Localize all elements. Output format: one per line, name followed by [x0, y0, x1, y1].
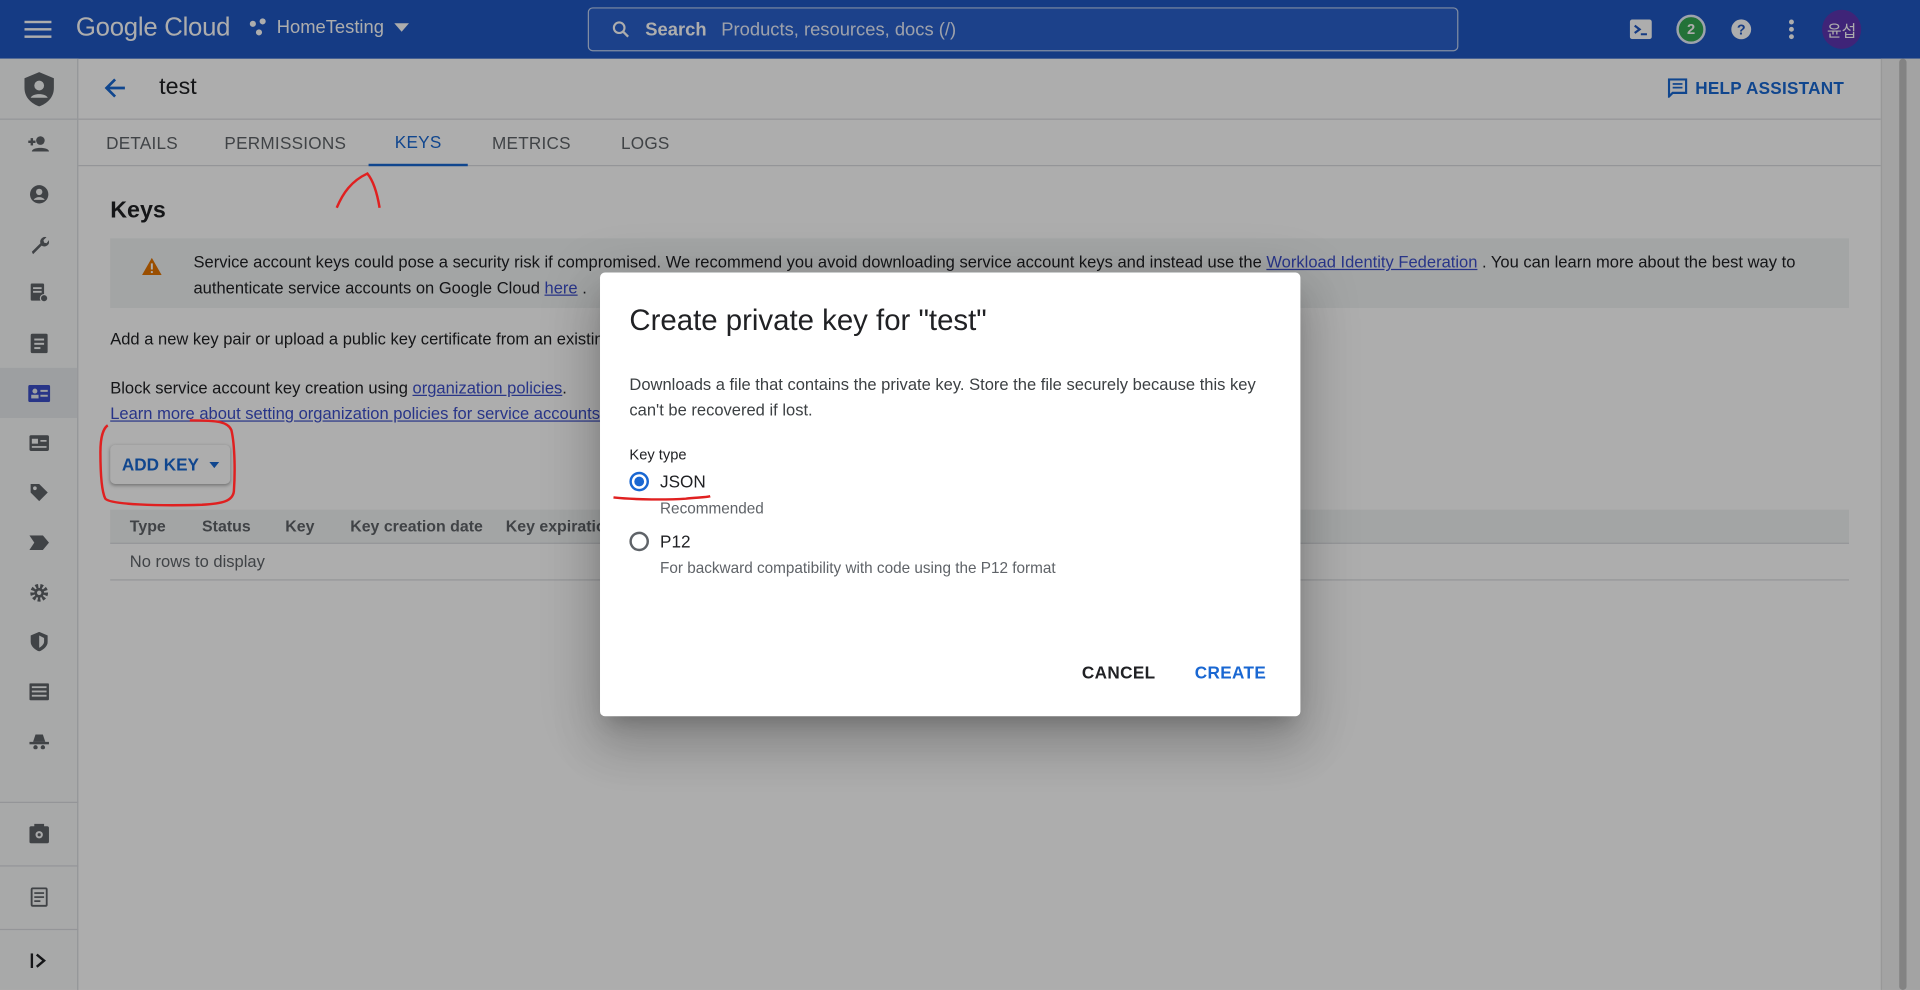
cancel-button[interactable]: CANCEL — [1082, 662, 1156, 682]
json-option[interactable]: JSON — [629, 471, 706, 492]
p12-option-subtext: For backward compatibility with code usi… — [660, 559, 1056, 577]
create-private-key-dialog: Create private key for "test" Downloads … — [600, 272, 1301, 717]
console-window: Google Cloud HomeTesting Search 2 ? — [0, 0, 1920, 990]
p12-radio[interactable] — [629, 531, 649, 552]
dialog-actions: CANCEL CREATE — [1043, 662, 1266, 682]
p12-option[interactable]: P12 — [629, 531, 691, 552]
dialog-title: Create private key for "test" — [629, 304, 987, 338]
create-button[interactable]: CREATE — [1195, 662, 1266, 682]
key-type-label: Key type — [629, 446, 687, 464]
json-option-label[interactable]: JSON — [660, 472, 706, 492]
dialog-description: Downloads a file that contains the priva… — [629, 375, 1256, 420]
p12-option-label[interactable]: P12 — [660, 532, 691, 552]
json-radio[interactable] — [629, 471, 649, 492]
json-option-subtext: Recommended — [660, 499, 764, 517]
